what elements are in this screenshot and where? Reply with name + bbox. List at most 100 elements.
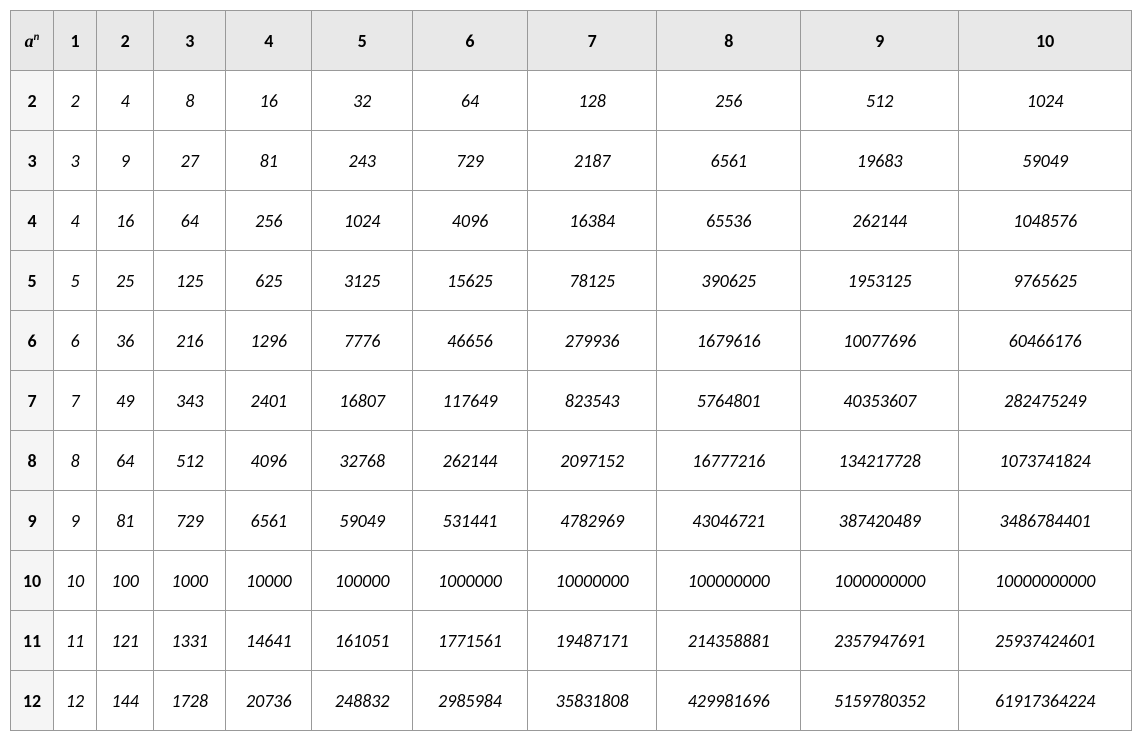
cell: 14641 xyxy=(226,611,312,671)
cell: 134217728 xyxy=(801,431,959,491)
table-row: 5 5 25 125 625 3125 15625 78125 390625 1… xyxy=(11,251,1132,311)
col-header: 3 xyxy=(154,11,226,71)
cell: 16 xyxy=(226,71,312,131)
row-header: 8 xyxy=(11,431,54,491)
cell: 64 xyxy=(412,71,527,131)
cell: 390625 xyxy=(657,251,801,311)
cell: 12 xyxy=(54,671,97,731)
cell: 64 xyxy=(97,431,154,491)
row-header: 10 xyxy=(11,551,54,611)
cell: 343 xyxy=(154,371,226,431)
table-row: 9 9 81 729 6561 59049 531441 4782969 430… xyxy=(11,491,1132,551)
cell: 1728 xyxy=(154,671,226,731)
cell: 16777216 xyxy=(657,431,801,491)
cell: 59049 xyxy=(959,131,1132,191)
cell: 46656 xyxy=(412,311,527,371)
cell: 49 xyxy=(97,371,154,431)
cell: 19487171 xyxy=(527,611,656,671)
cell: 43046721 xyxy=(657,491,801,551)
cell: 32 xyxy=(312,71,413,131)
row-header: 6 xyxy=(11,311,54,371)
cell: 161051 xyxy=(312,611,413,671)
cell: 121 xyxy=(97,611,154,671)
cell: 2187 xyxy=(527,131,656,191)
cell: 16384 xyxy=(527,191,656,251)
cell: 256 xyxy=(657,71,801,131)
cell: 100000000 xyxy=(657,551,801,611)
cell: 2 xyxy=(54,71,97,131)
col-header: 7 xyxy=(527,11,656,71)
row-header: 7 xyxy=(11,371,54,431)
cell: 61917364224 xyxy=(959,671,1132,731)
cell: 6561 xyxy=(657,131,801,191)
cell: 2357947691 xyxy=(801,611,959,671)
table-row: 3 3 9 27 81 243 729 2187 6561 19683 5904… xyxy=(11,131,1132,191)
row-header: 5 xyxy=(11,251,54,311)
cell: 40353607 xyxy=(801,371,959,431)
cell: 512 xyxy=(154,431,226,491)
cell: 19683 xyxy=(801,131,959,191)
cell: 10 xyxy=(54,551,97,611)
cell: 1000000 xyxy=(412,551,527,611)
cell: 6 xyxy=(54,311,97,371)
col-header: 4 xyxy=(226,11,312,71)
cell: 5159780352 xyxy=(801,671,959,731)
cell: 1000000000 xyxy=(801,551,959,611)
cell: 32768 xyxy=(312,431,413,491)
cell: 27 xyxy=(154,131,226,191)
cell: 25937424601 xyxy=(959,611,1132,671)
cell: 214358881 xyxy=(657,611,801,671)
table-row: 8 8 64 512 4096 32768 262144 2097152 167… xyxy=(11,431,1132,491)
cell: 1048576 xyxy=(959,191,1132,251)
cell: 625 xyxy=(226,251,312,311)
cell: 2985984 xyxy=(412,671,527,731)
cell: 10000 xyxy=(226,551,312,611)
cell: 7776 xyxy=(312,311,413,371)
cell: 4096 xyxy=(226,431,312,491)
cell: 248832 xyxy=(312,671,413,731)
col-header: 2 xyxy=(97,11,154,71)
cell: 9 xyxy=(97,131,154,191)
row-header: 12 xyxy=(11,671,54,731)
cell: 7 xyxy=(54,371,97,431)
col-header: 9 xyxy=(801,11,959,71)
cell: 279936 xyxy=(527,311,656,371)
table-row: 12 12 144 1728 20736 248832 2985984 3583… xyxy=(11,671,1132,731)
cell: 6561 xyxy=(226,491,312,551)
cell: 4782969 xyxy=(527,491,656,551)
cell: 5 xyxy=(54,251,97,311)
cell: 256 xyxy=(226,191,312,251)
cell: 117649 xyxy=(412,371,527,431)
cell: 262144 xyxy=(412,431,527,491)
cell: 1024 xyxy=(959,71,1132,131)
cell: 36 xyxy=(97,311,154,371)
table-body: 2 2 4 8 16 32 64 128 256 512 1024 3 3 9 … xyxy=(11,71,1132,731)
cell: 512 xyxy=(801,71,959,131)
cell: 15625 xyxy=(412,251,527,311)
cell: 100000 xyxy=(312,551,413,611)
powers-table: an 1 2 3 4 5 6 7 8 9 10 2 2 4 8 16 32 64… xyxy=(10,10,1132,731)
cell: 25 xyxy=(97,251,154,311)
cell: 60466176 xyxy=(959,311,1132,371)
table-row: 7 7 49 343 2401 16807 117649 823543 5764… xyxy=(11,371,1132,431)
cell: 1771561 xyxy=(412,611,527,671)
cell: 3486784401 xyxy=(959,491,1132,551)
column-header-row: an 1 2 3 4 5 6 7 8 9 10 xyxy=(11,11,1132,71)
cell: 8 xyxy=(154,71,226,131)
cell: 1953125 xyxy=(801,251,959,311)
cell: 81 xyxy=(226,131,312,191)
cell: 2401 xyxy=(226,371,312,431)
cell: 10077696 xyxy=(801,311,959,371)
cell: 1679616 xyxy=(657,311,801,371)
cell: 59049 xyxy=(312,491,413,551)
col-header: 8 xyxy=(657,11,801,71)
cell: 8 xyxy=(54,431,97,491)
cell: 4096 xyxy=(412,191,527,251)
cell: 16 xyxy=(97,191,154,251)
cell: 282475249 xyxy=(959,371,1132,431)
row-header: 4 xyxy=(11,191,54,251)
cell: 729 xyxy=(412,131,527,191)
table-row: 11 11 121 1331 14641 161051 1771561 1948… xyxy=(11,611,1132,671)
cell: 1073741824 xyxy=(959,431,1132,491)
cell: 387420489 xyxy=(801,491,959,551)
